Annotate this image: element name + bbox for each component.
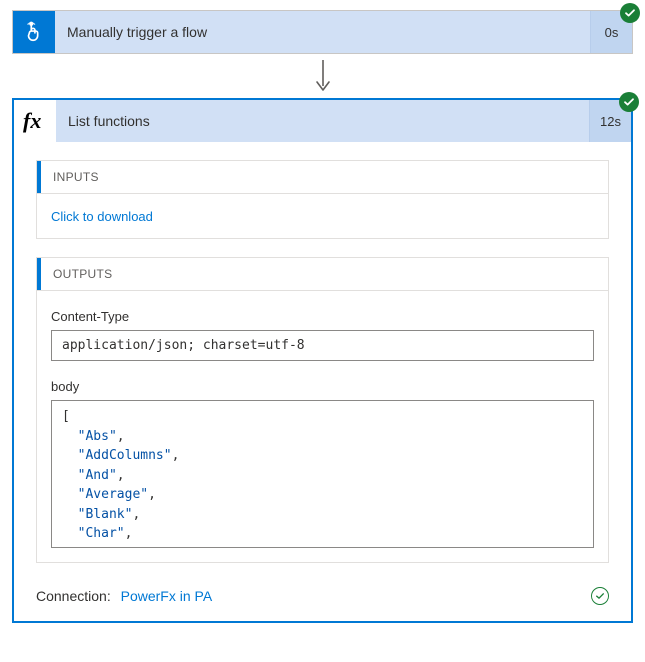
card-title: List functions [56,100,589,142]
inputs-section: INPUTS Click to download [36,160,609,239]
inputs-body: Click to download [37,193,608,238]
card-header[interactable]: fx List functions 12s [14,100,631,142]
card-title: Manually trigger a flow [55,11,590,53]
flow-arrow-connector [12,54,633,98]
connection-row: Connection: PowerFx in PA [36,581,609,605]
outputs-section: OUTPUTS Content-Type application/json; c… [36,257,609,563]
connection-status-icon [591,587,609,605]
content-type-value[interactable]: application/json; charset=utf-8 [51,330,594,361]
body-label: body [51,379,594,394]
content-type-label: Content-Type [51,309,594,324]
outputs-header: OUTPUTS [37,258,608,290]
download-inputs-link[interactable]: Click to download [51,209,153,224]
status-success-icon [619,92,639,112]
fx-icon: fx [14,100,56,142]
outputs-body: Content-Type application/json; charset=u… [37,290,608,562]
status-success-icon [620,3,640,23]
inputs-header: INPUTS [37,161,608,193]
connection-link[interactable]: PowerFx in PA [121,588,213,604]
body-json-viewer[interactable]: [ "Abs", "AddColumns", "And", "Average",… [51,400,594,548]
trigger-icon [13,11,55,53]
card-body: INPUTS Click to download OUTPUTS Content… [14,142,631,621]
card-header[interactable]: Manually trigger a flow 0s [13,11,632,53]
trigger-card[interactable]: Manually trigger a flow 0s [12,10,633,54]
svg-text:fx: fx [23,108,41,133]
action-card[interactable]: fx List functions 12s INPUTS Click to do… [12,98,633,623]
connection-label: Connection: [36,588,111,604]
